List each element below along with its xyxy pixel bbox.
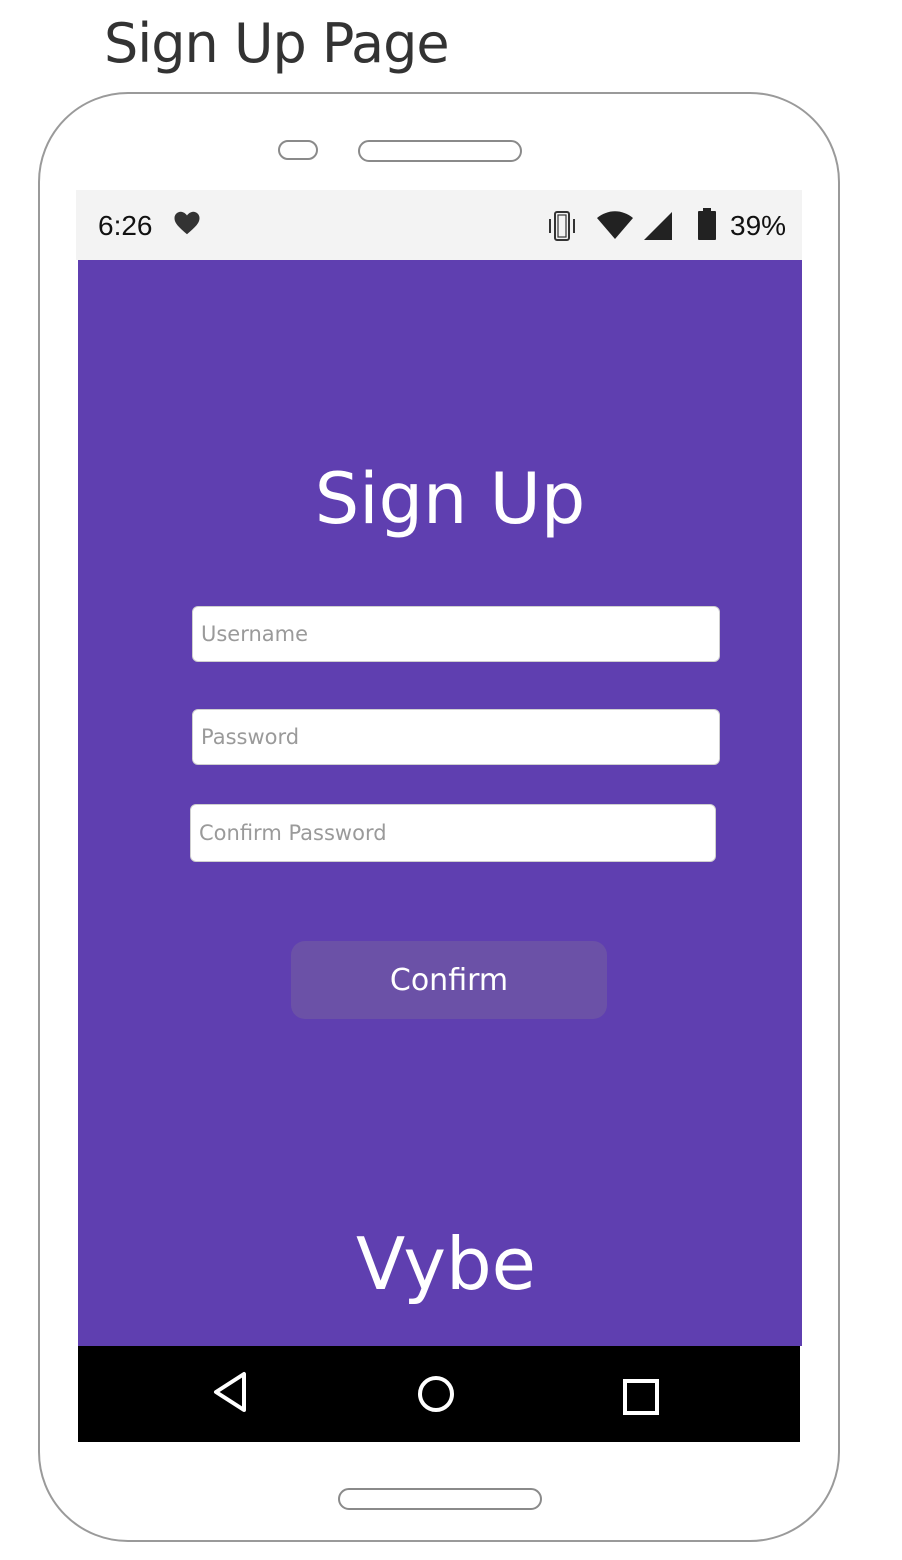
- back-icon[interactable]: [212, 1370, 252, 1414]
- battery-percent: 39%: [730, 210, 787, 241]
- vibrate-icon: [549, 211, 575, 241]
- brand-logo-text: Vybe: [356, 1222, 536, 1306]
- recent-apps-icon[interactable]: [622, 1378, 660, 1416]
- phone-screen: 6:26 39% Sign Up Confirm Vybe: [76, 190, 802, 1444]
- confirm-password-input[interactable]: [190, 804, 716, 862]
- wifi-icon: [597, 211, 633, 239]
- confirm-button[interactable]: Confirm: [291, 941, 607, 1019]
- signup-content: Sign Up Confirm Vybe: [78, 260, 802, 1346]
- earpiece-speaker: [358, 140, 522, 162]
- phone-home-bar: [338, 1488, 542, 1510]
- battery-icon: [698, 208, 716, 240]
- front-camera: [278, 140, 318, 160]
- page-caption: Sign Up Page: [104, 12, 450, 75]
- page-title: Sign Up: [314, 458, 586, 540]
- signal-icon: [644, 212, 672, 240]
- username-input[interactable]: [192, 606, 720, 662]
- navigation-bar: [78, 1346, 800, 1442]
- password-input[interactable]: [192, 709, 720, 765]
- status-bar: 6:26 39%: [76, 190, 802, 260]
- status-time: 6:26: [98, 210, 153, 241]
- home-icon[interactable]: [416, 1374, 456, 1414]
- heart-icon: [174, 211, 200, 235]
